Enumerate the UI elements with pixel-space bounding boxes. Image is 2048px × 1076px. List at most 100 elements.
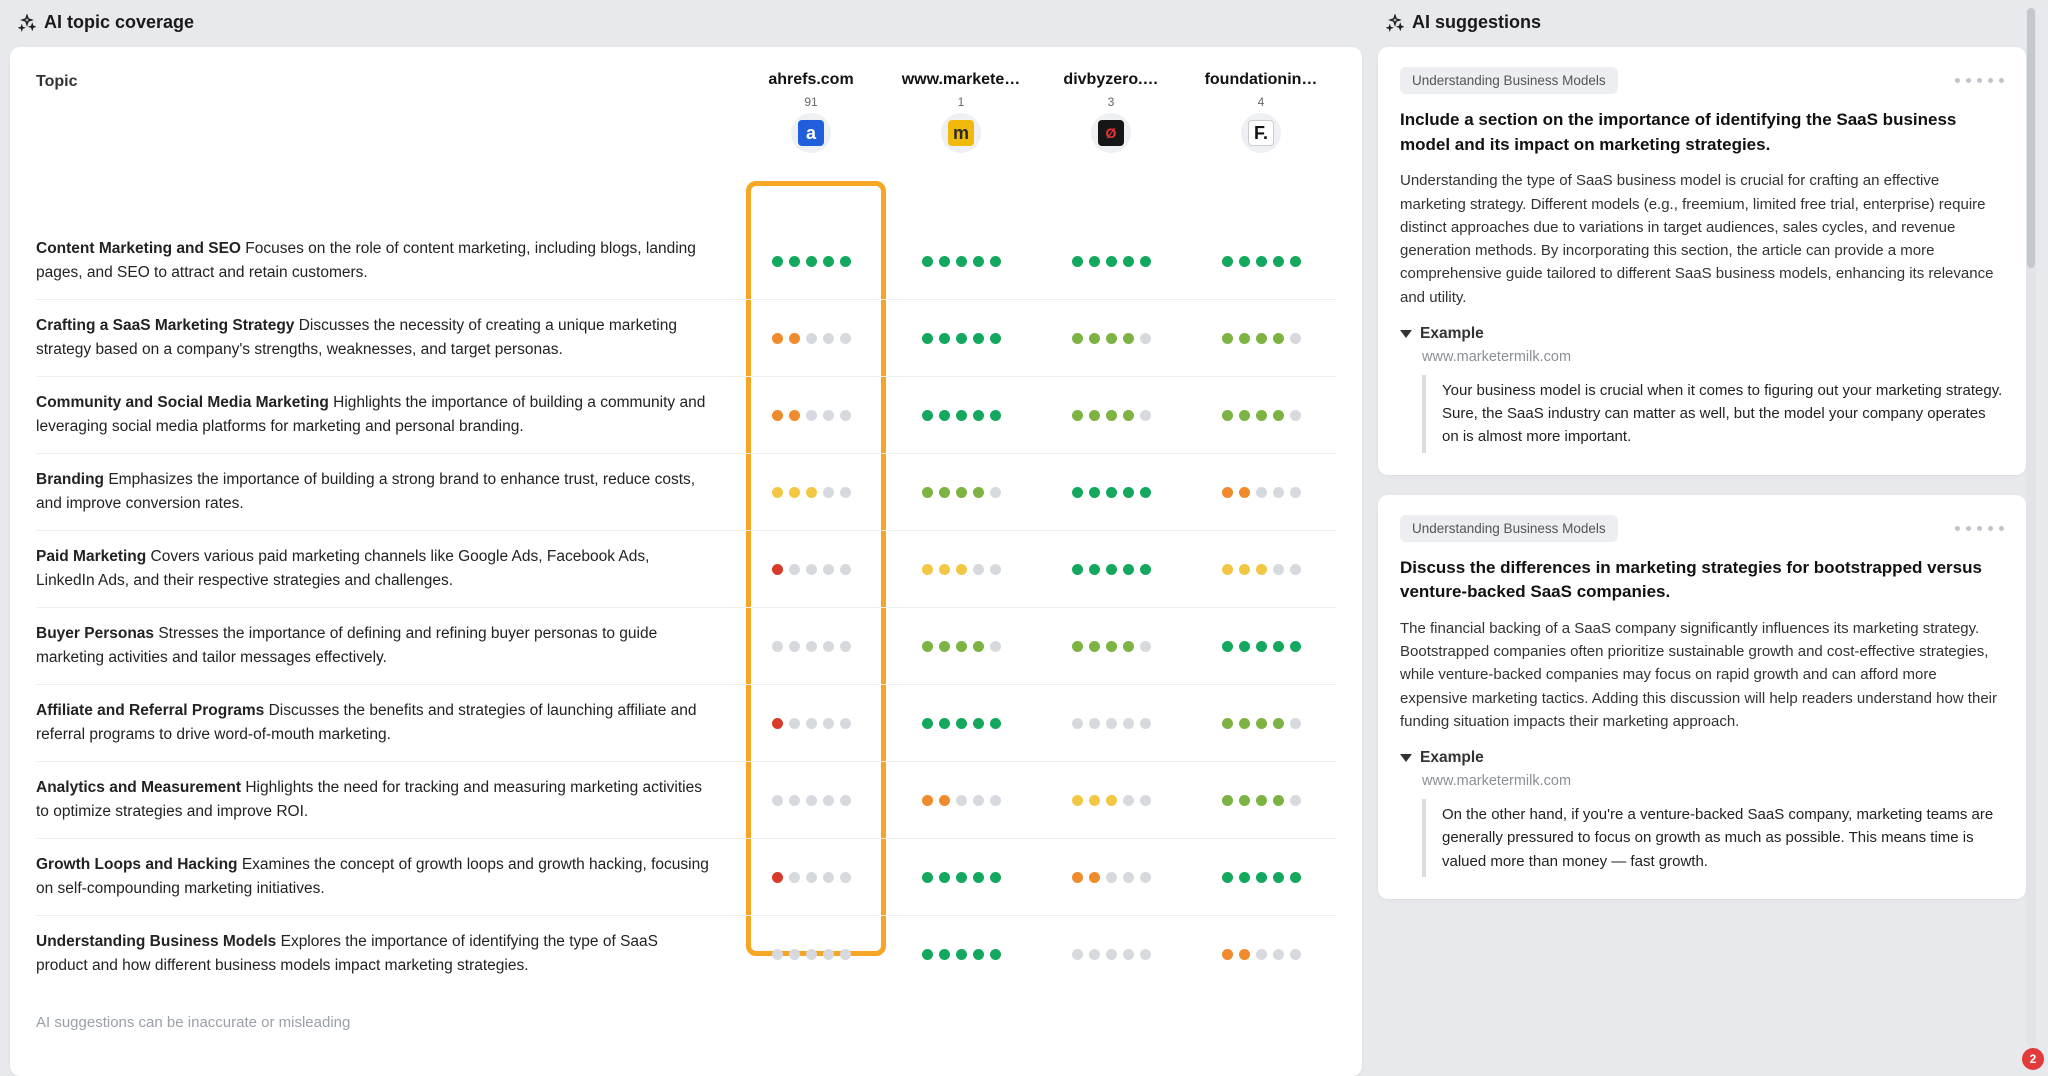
more-menu-icon[interactable] <box>1955 78 2004 83</box>
table-row[interactable]: Content Marketing and SEO Focuses on the… <box>36 223 1336 300</box>
score-cell <box>1036 872 1186 883</box>
score-dot <box>1256 872 1267 883</box>
score-dot <box>1089 410 1100 421</box>
score-dot <box>789 872 800 883</box>
score-dot <box>922 641 933 652</box>
score-cell <box>1036 718 1186 729</box>
score-dot <box>1140 487 1151 498</box>
suggestion-tag[interactable]: Understanding Business Models <box>1400 515 1618 542</box>
score-dot <box>1106 718 1117 729</box>
topic-cell: Buyer Personas Stresses the importance o… <box>36 622 736 670</box>
site-column-header[interactable]: ahrefs.com 91 a <box>736 71 886 153</box>
score-dot <box>789 641 800 652</box>
table-row[interactable]: Understanding Business Models Explores t… <box>36 916 1336 992</box>
score-dot <box>823 872 834 883</box>
example-source[interactable]: www.marketermilk.com <box>1422 773 2004 789</box>
table-row[interactable]: Buyer Personas Stresses the importance o… <box>36 608 1336 685</box>
scrollbar-track[interactable] <box>2026 8 2036 1046</box>
suggestion-tag[interactable]: Understanding Business Models <box>1400 67 1618 94</box>
score-dot <box>1239 718 1250 729</box>
score-dot <box>1123 872 1134 883</box>
score-dot <box>772 410 783 421</box>
score-cell <box>736 256 886 267</box>
score-dot <box>840 333 851 344</box>
score-cell <box>886 487 1036 498</box>
score-dot <box>1273 487 1284 498</box>
score-dot <box>939 410 950 421</box>
score-dot <box>1123 410 1134 421</box>
score-dot <box>922 564 933 575</box>
more-menu-icon[interactable] <box>1955 526 2004 531</box>
table-row[interactable]: Branding Emphasizes the importance of bu… <box>36 454 1336 531</box>
suggestion-body: Understanding the type of SaaS business … <box>1400 169 2004 309</box>
table-row[interactable]: Growth Loops and Hacking Examines the co… <box>36 839 1336 916</box>
score-dot <box>840 564 851 575</box>
site-column-header[interactable]: divbyzero.… 3 Ø <box>1036 71 1186 153</box>
score-cell <box>736 487 886 498</box>
score-dot <box>1290 872 1301 883</box>
score-dot <box>1290 333 1301 344</box>
score-dot <box>772 256 783 267</box>
score-dot <box>973 641 984 652</box>
score-dot <box>1290 256 1301 267</box>
score-dot <box>1290 641 1301 652</box>
score-dot <box>1140 718 1151 729</box>
scrollbar-thumb[interactable] <box>2027 8 2035 268</box>
coverage-card: Topic ahrefs.com 91 a www.markete… 1 m d… <box>10 47 1362 1076</box>
score-dot <box>1222 333 1233 344</box>
score-dot <box>990 718 1001 729</box>
score-dot <box>1140 256 1151 267</box>
score-dot <box>1290 410 1301 421</box>
example-toggle[interactable]: Example <box>1400 749 2004 767</box>
score-dot <box>922 718 933 729</box>
score-dot <box>772 949 783 960</box>
score-dot <box>1106 872 1117 883</box>
score-dot <box>922 410 933 421</box>
table-row[interactable]: Crafting a SaaS Marketing Strategy Discu… <box>36 300 1336 377</box>
score-cell <box>1186 872 1336 883</box>
score-dot <box>956 718 967 729</box>
table-row[interactable]: Affiliate and Referral Programs Discusse… <box>36 685 1336 762</box>
score-dot <box>956 641 967 652</box>
score-dot <box>1106 641 1117 652</box>
score-dot <box>1239 410 1250 421</box>
site-column-header[interactable]: www.markete… 1 m <box>886 71 1036 153</box>
notification-badge[interactable]: 2 <box>2022 1048 2044 1070</box>
score-dot <box>789 410 800 421</box>
score-dot <box>1273 641 1284 652</box>
score-dot <box>840 487 851 498</box>
score-dot <box>973 718 984 729</box>
score-dot <box>1089 718 1100 729</box>
score-dot <box>823 641 834 652</box>
score-dot <box>1089 641 1100 652</box>
score-cell <box>1186 333 1336 344</box>
example-quote: Your business model is crucial when it c… <box>1422 375 2004 453</box>
score-dot <box>806 949 817 960</box>
score-dot <box>1273 256 1284 267</box>
score-dot <box>956 872 967 883</box>
score-dot <box>1256 718 1267 729</box>
site-column-header[interactable]: foundationin… 4 F. <box>1186 71 1336 153</box>
score-cell <box>886 641 1036 652</box>
score-dot <box>1140 564 1151 575</box>
topic-cell: Understanding Business Models Explores t… <box>36 930 736 978</box>
score-cell <box>1186 718 1336 729</box>
table-row[interactable]: Paid Marketing Covers various paid marke… <box>36 531 1336 608</box>
score-dot <box>789 949 800 960</box>
score-dot <box>1290 564 1301 575</box>
example-toggle[interactable]: Example <box>1400 325 2004 343</box>
score-cell <box>1036 641 1186 652</box>
table-row[interactable]: Community and Social Media Marketing Hig… <box>36 377 1336 454</box>
score-dot <box>1256 564 1267 575</box>
score-dot <box>973 949 984 960</box>
score-cell <box>1186 564 1336 575</box>
score-dot <box>840 256 851 267</box>
site-name: www.markete… <box>891 71 1031 89</box>
caret-down-icon <box>1400 754 1412 762</box>
score-dot <box>840 795 851 806</box>
score-dot <box>1256 641 1267 652</box>
table-row[interactable]: Analytics and Measurement Highlights the… <box>36 762 1336 839</box>
score-dot <box>939 949 950 960</box>
example-source[interactable]: www.marketermilk.com <box>1422 349 2004 365</box>
score-dot <box>1239 795 1250 806</box>
